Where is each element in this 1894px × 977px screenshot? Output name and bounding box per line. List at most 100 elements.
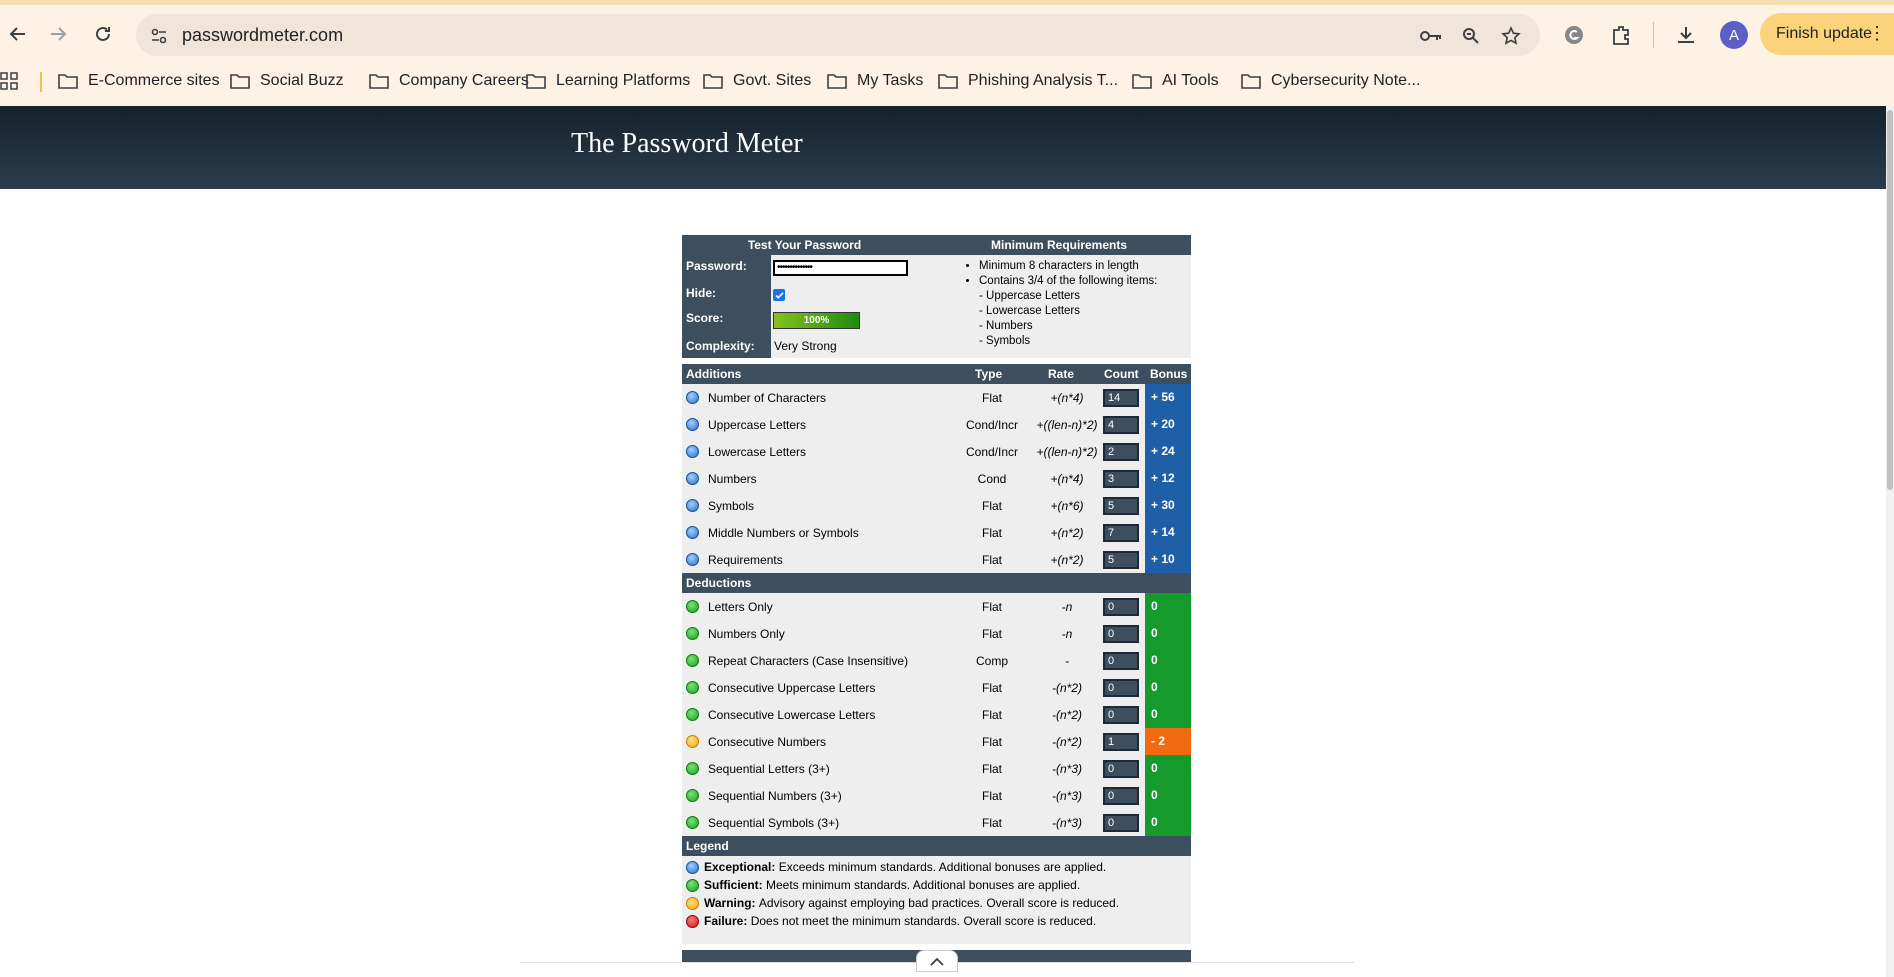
hide-checkbox[interactable] bbox=[773, 289, 785, 301]
row-type: Flat bbox=[981, 526, 1002, 540]
score-bar: 100% bbox=[773, 312, 860, 329]
folder-icon bbox=[58, 74, 78, 89]
table-row: Uppercase Letters Cond/Incr +((len-n)*2) 4 +… bbox=[682, 411, 1191, 438]
row-count: 0 bbox=[1103, 598, 1139, 616]
forward-button[interactable] bbox=[40, 16, 76, 52]
warning-status-icon bbox=[686, 896, 699, 910]
warning-status-icon bbox=[686, 735, 699, 748]
legend-term: Warning: bbox=[704, 896, 756, 910]
row-bonus: 0 bbox=[1145, 593, 1191, 620]
bookmark-item[interactable]: Learning Platforms bbox=[526, 68, 690, 94]
table-row: Sequential Symbols (3+) Flat -(n*3) 0 0 bbox=[682, 809, 1191, 836]
sufficient-status-icon bbox=[686, 762, 699, 775]
bookmark-item[interactable]: My Tasks bbox=[827, 68, 923, 94]
table-row: Lowercase Letters Cond/Incr +((len-n)*2) 2 +… bbox=[682, 438, 1191, 465]
back-button[interactable] bbox=[0, 16, 36, 52]
row-type: Cond/Incr bbox=[965, 445, 1019, 459]
bookmark-label: Phishing Analysis T... bbox=[968, 72, 1119, 89]
row-type: Comp bbox=[975, 654, 1008, 668]
table-row: Consecutive Numbers Flat -(n*2) 1 - 2 bbox=[682, 728, 1191, 755]
col-type: Type bbox=[975, 367, 1003, 381]
bookmark-label: AI Tools bbox=[1162, 72, 1219, 89]
row-bonus: + 30 bbox=[1145, 492, 1191, 519]
apps-grid-icon[interactable] bbox=[0, 68, 28, 94]
finish-update-button[interactable]: Finish update ⋮ bbox=[1760, 13, 1894, 55]
bookmark-item[interactable]: Govt. Sites bbox=[703, 68, 811, 94]
password-meter-panel: Test Your Password Minimum Requirements … bbox=[682, 235, 1191, 970]
folder-icon bbox=[938, 74, 958, 89]
row-bonus: 0 bbox=[1145, 701, 1191, 728]
score-fill: 100% bbox=[774, 313, 859, 328]
site-info-icon[interactable] bbox=[146, 23, 172, 49]
table-row: Numbers Cond +(n*4) 3 + 12 bbox=[682, 465, 1191, 492]
profile-avatar[interactable]: A bbox=[1720, 21, 1748, 49]
finish-update-label: Finish update bbox=[1776, 25, 1873, 42]
row-count: 0 bbox=[1103, 814, 1139, 832]
row-name: Middle Numbers or Symbols bbox=[708, 526, 859, 540]
address-bar[interactable]: passwordmeter.com bbox=[136, 14, 1540, 56]
row-type: Cond/Incr bbox=[965, 418, 1019, 432]
exceptional-status-icon bbox=[686, 526, 699, 539]
bookmark-divider bbox=[40, 72, 42, 92]
row-bonus: 0 bbox=[1145, 620, 1191, 647]
expand-button[interactable] bbox=[916, 950, 958, 972]
table-row: Requirements Flat +(n*2) 5 + 10 bbox=[682, 546, 1191, 573]
row-type: Flat bbox=[981, 499, 1002, 513]
row-count: 5 bbox=[1103, 551, 1139, 569]
legend-desc: Does not meet the minimum standards. Ove… bbox=[750, 914, 1097, 928]
row-type: Flat bbox=[981, 600, 1002, 614]
table-row: Consecutive Uppercase Letters Flat -(n*2) 0… bbox=[682, 674, 1191, 701]
url-text[interactable]: passwordmeter.com bbox=[182, 25, 343, 46]
table-row: Symbols Flat +(n*6) 5 + 30 bbox=[682, 492, 1191, 519]
download-icon[interactable] bbox=[1670, 19, 1702, 51]
reload-button[interactable] bbox=[85, 16, 121, 52]
deductions-header: Deductions bbox=[682, 573, 1191, 593]
grammarly-icon[interactable] bbox=[1558, 19, 1590, 51]
row-rate: -(n*3) bbox=[1051, 762, 1082, 776]
bookmark-label: Company Careers bbox=[399, 72, 529, 89]
req-item: - Uppercase Letters bbox=[979, 290, 1080, 302]
bookmark-item[interactable]: AI Tools bbox=[1132, 68, 1219, 94]
bookmark-item[interactable]: Company Careers bbox=[369, 68, 529, 94]
row-bonus: 0 bbox=[1145, 755, 1191, 782]
exceptional-status-icon bbox=[686, 391, 699, 404]
row-bonus: 0 bbox=[1145, 809, 1191, 836]
table-row: Repeat Characters (Case Insensitive) Comp… bbox=[682, 647, 1191, 674]
star-icon[interactable] bbox=[1498, 23, 1524, 49]
row-count: 5 bbox=[1103, 497, 1139, 515]
row-rate: -(n*3) bbox=[1051, 789, 1082, 803]
exceptional-status-icon bbox=[686, 499, 699, 512]
password-input[interactable]: •••••••••••••• bbox=[773, 260, 908, 276]
chevron-up-icon bbox=[930, 957, 944, 966]
col-bonus: Bonus bbox=[1150, 367, 1188, 381]
row-type: Flat bbox=[981, 681, 1002, 695]
req-min-length: Minimum 8 characters in length bbox=[979, 259, 1157, 274]
page-scrollbar[interactable] bbox=[1886, 106, 1894, 977]
legend-desc: Meets minimum standards. Additional bonu… bbox=[766, 878, 1081, 892]
req-item: - Lowercase Letters bbox=[979, 305, 1080, 317]
password-label: Password: bbox=[686, 259, 747, 273]
extensions-icon[interactable] bbox=[1605, 19, 1637, 51]
zoom-icon[interactable] bbox=[1458, 23, 1484, 49]
deductions-table: Letters Only Flat -n 0 0 Numbers Only Flat -n 0 0… bbox=[682, 593, 1191, 836]
folder-icon bbox=[1132, 74, 1152, 89]
table-row: Sequential Letters (3+) Flat -(n*3) 0 0 bbox=[682, 755, 1191, 782]
score-label: Score: bbox=[686, 311, 724, 325]
row-count: 0 bbox=[1103, 625, 1139, 643]
bookmark-item[interactable]: Phishing Analysis T... bbox=[938, 68, 1118, 94]
bookmark-item[interactable]: Social Buzz bbox=[230, 68, 344, 94]
label-column: Password: Hide: Score: Complexity: bbox=[682, 255, 771, 358]
table-row: Number of Characters Flat +(n*4) 14 + 56 bbox=[682, 384, 1191, 411]
legend-item: Failure: Does not meet the minimum stand… bbox=[686, 914, 1096, 928]
legend-item: Warning: Advisory against employing bad … bbox=[686, 896, 1119, 910]
table-row: Letters Only Flat -n 0 0 bbox=[682, 593, 1191, 620]
scroll-thumb[interactable] bbox=[1887, 110, 1893, 490]
bookmark-item[interactable]: E-Commerce sites bbox=[58, 68, 220, 94]
bookmark-item[interactable]: Cybersecurity Note... bbox=[1241, 68, 1420, 94]
row-rate: -(n*3) bbox=[1051, 816, 1082, 830]
additions-title: Additions bbox=[686, 367, 742, 381]
site-title: The Password Meter bbox=[571, 128, 803, 159]
sufficient-status-icon bbox=[686, 627, 699, 640]
row-name: Repeat Characters (Case Insensitive) bbox=[708, 654, 909, 668]
key-icon[interactable] bbox=[1418, 23, 1444, 49]
